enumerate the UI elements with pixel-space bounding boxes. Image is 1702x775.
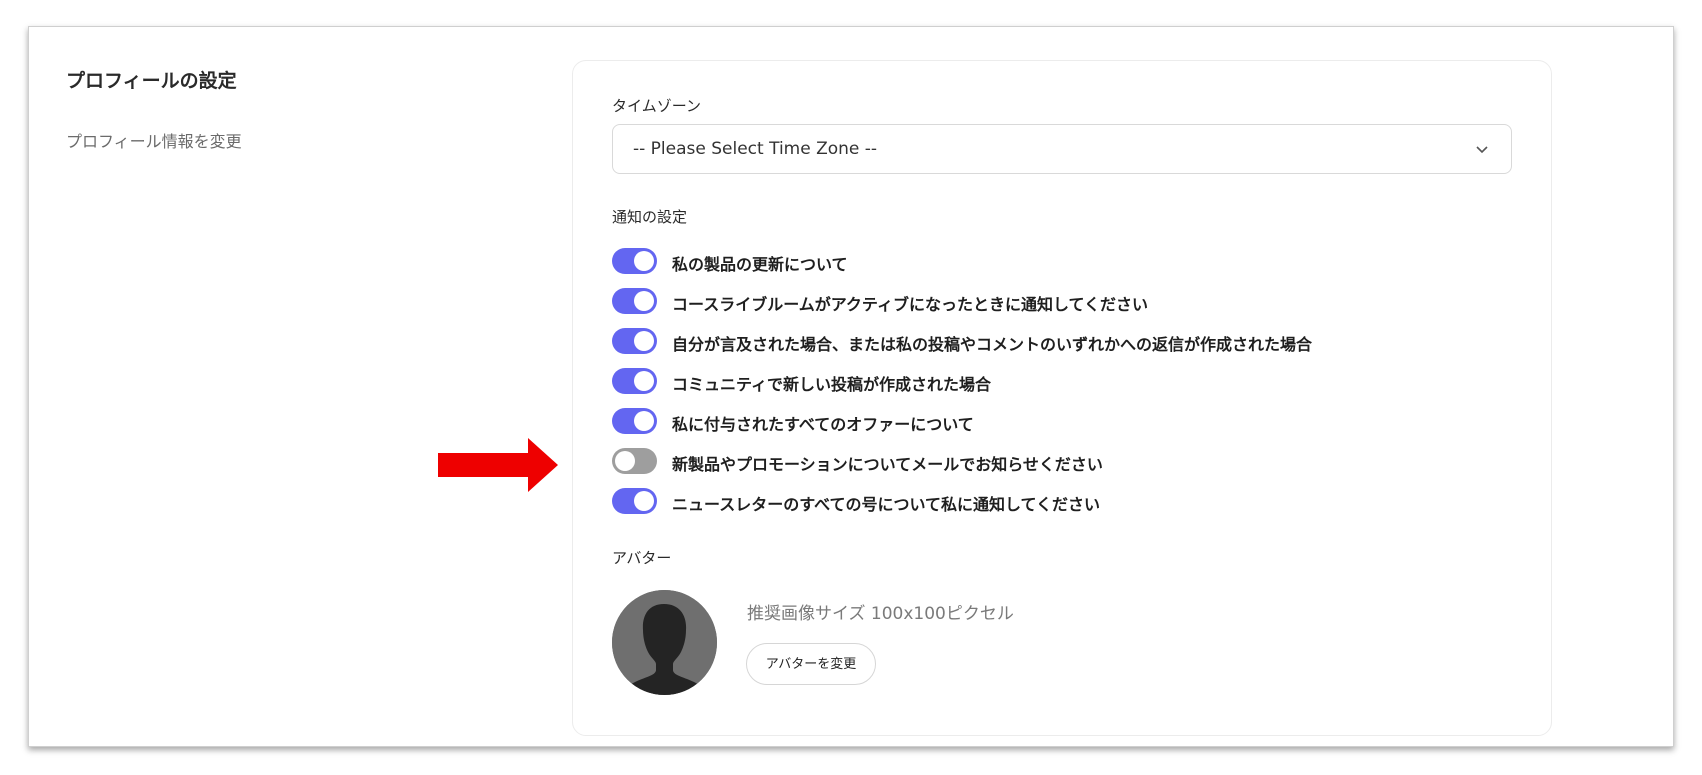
notification-toggle-newsletter[interactable] bbox=[612, 488, 657, 514]
timezone-select[interactable]: -- Please Select Time Zone -- bbox=[612, 124, 1512, 174]
change-avatar-button[interactable]: アバターを変更 bbox=[746, 643, 876, 685]
notification-label: 私の製品の更新について bbox=[672, 255, 848, 274]
notification-label: ニュースレターのすべての号について私に通知してください bbox=[672, 495, 1101, 514]
chevron-down-icon bbox=[1476, 146, 1488, 154]
timezone-label: タイムゾーン bbox=[612, 97, 701, 115]
notification-toggle-mentions-replies[interactable] bbox=[612, 328, 657, 354]
timezone-select-value: -- Please Select Time Zone -- bbox=[633, 139, 878, 159]
notification-label: 自分が言及された場合、または私の投稿やコメントのいずれかへの返信が作成された場合 bbox=[672, 335, 1313, 354]
toggle-knob bbox=[634, 491, 654, 511]
avatar-size-hint: 推奨画像サイズ 100x100ピクセル bbox=[747, 604, 1014, 624]
notification-label: 新製品やプロモーションについてメールでお知らせください bbox=[672, 455, 1103, 474]
toggle-knob bbox=[634, 251, 654, 271]
notification-label: コミュニティで新しい投稿が作成された場合 bbox=[672, 375, 992, 394]
red-arrow-icon bbox=[438, 438, 558, 492]
toggle-knob bbox=[615, 451, 635, 471]
toggle-knob bbox=[634, 291, 654, 311]
notifications-label: 通知の設定 bbox=[612, 208, 688, 226]
toggle-knob bbox=[634, 411, 654, 431]
notification-label: 私に付与されたすべてのオファーについて bbox=[672, 415, 974, 434]
notification-toggle-offers[interactable] bbox=[612, 408, 657, 434]
section-description: プロフィール情報を変更 bbox=[66, 132, 242, 151]
toggle-knob bbox=[634, 371, 654, 391]
section-title: プロフィールの設定 bbox=[66, 70, 237, 92]
notification-toggle-live-room[interactable] bbox=[612, 288, 657, 314]
notification-toggle-community-posts[interactable] bbox=[612, 368, 657, 394]
toggle-knob bbox=[634, 331, 654, 351]
notification-toggle-promotions-email[interactable] bbox=[612, 448, 657, 474]
notification-label: コースライブルームがアクティブになったときに通知してください bbox=[672, 295, 1149, 314]
avatar-label: アバター bbox=[612, 549, 672, 567]
notification-toggle-product-updates[interactable] bbox=[612, 248, 657, 274]
default-avatar-icon bbox=[612, 590, 717, 695]
avatar bbox=[612, 590, 717, 695]
